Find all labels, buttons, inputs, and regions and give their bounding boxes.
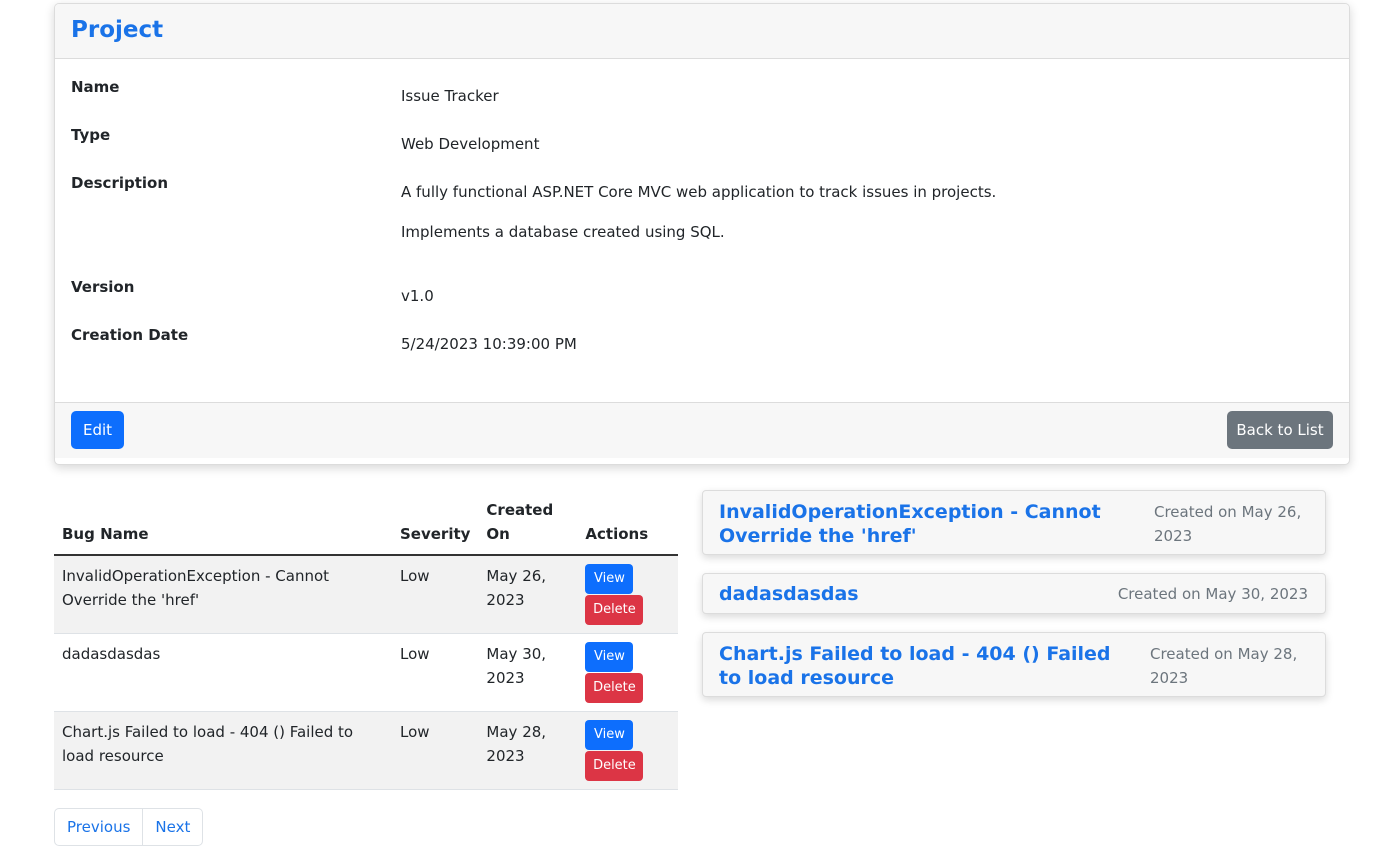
table-row: Chart.js Failed to load - 404 () Failed … — [54, 711, 678, 790]
delete-button[interactable]: Delete — [585, 751, 644, 781]
severity-cell: Low — [392, 555, 479, 634]
created-cell: May 28, 2023 — [478, 711, 578, 790]
field-value: v1.0 — [401, 286, 434, 306]
bug-card-created: Created on May 28, 2023 — [1150, 645, 1298, 687]
bug-name-cell: InvalidOperationException - Cannot Overr… — [54, 555, 392, 634]
table-row: dadasdasdas Low May 30, 2023 View Delete — [54, 633, 678, 712]
field-value-text: Web Development — [401, 135, 540, 153]
card-footer: Edit Back to List — [55, 402, 1349, 458]
field-value-text: v1.0 — [401, 287, 434, 305]
field-label: Creation Date — [71, 326, 189, 344]
view-button[interactable]: View — [585, 564, 634, 594]
field-value-text: Implements a database created using SQL. — [401, 223, 725, 241]
back-to-list-button[interactable]: Back to List — [1227, 411, 1333, 449]
edit-button[interactable]: Edit — [71, 411, 124, 449]
next-page-link[interactable]: Next — [142, 809, 202, 845]
bug-name-cell: dadasdasdas — [54, 633, 392, 712]
bug-card[interactable]: Chart.js Failed to load - 404 () Failed … — [702, 632, 1326, 697]
column-header: Bug Name — [54, 496, 392, 556]
field-value: Issue Tracker — [401, 86, 499, 106]
severity-cell: Low — [392, 633, 479, 712]
card-header: Project — [55, 4, 1349, 59]
view-button[interactable]: View — [585, 642, 634, 672]
field-value-text: A fully functional ASP.NET Core MVC web … — [401, 183, 997, 201]
column-header: Severity — [392, 496, 479, 556]
field-value: Web Development — [401, 134, 539, 154]
bug-card[interactable]: dadasdasdas Created on May 30, 2023 — [702, 573, 1326, 614]
bug-card-created: Created on May 26, 2023 — [1154, 503, 1302, 545]
view-button[interactable]: View — [585, 720, 634, 750]
page-title: Project — [71, 17, 164, 43]
project-card: Project Name Issue Tracker Type Web Deve… — [54, 3, 1350, 465]
field-label: Type — [71, 126, 111, 144]
bugs-table: Bug Name Severity Created On Actions Inv… — [54, 496, 678, 790]
created-cell: May 30, 2023 — [478, 633, 578, 712]
delete-button[interactable]: Delete — [585, 595, 644, 625]
bug-card-title[interactable]: Chart.js Failed to load - 404 () Failed … — [719, 642, 1139, 690]
created-cell: May 26, 2023 — [478, 555, 578, 634]
field-label: Description — [71, 174, 169, 192]
table-row: InvalidOperationException - Cannot Overr… — [54, 555, 678, 634]
field-value: 5/24/2023 10:39:00 PM — [401, 334, 577, 354]
field-value-text: Issue Tracker — [401, 87, 499, 105]
pagination: Previous Next — [54, 808, 204, 846]
field-value-text: 5/24/2023 10:39:00 PM — [401, 335, 577, 353]
actions-cell: View Delete — [577, 555, 678, 634]
previous-page-link[interactable]: Previous — [55, 809, 142, 845]
bug-card-created: Created on May 30, 2023 — [1117, 585, 1308, 603]
delete-button[interactable]: Delete — [585, 673, 644, 703]
field-label: Version — [71, 278, 135, 296]
column-header: Actions — [577, 496, 678, 556]
table-header-row: Bug Name Severity Created On Actions — [54, 496, 678, 556]
bug-card-title[interactable]: InvalidOperationException - Cannot Overr… — [719, 500, 1139, 548]
severity-cell: Low — [392, 711, 479, 790]
bug-name-cell: Chart.js Failed to load - 404 () Failed … — [54, 711, 392, 790]
bug-card[interactable]: InvalidOperationException - Cannot Overr… — [702, 490, 1326, 555]
actions-cell: View Delete — [577, 633, 678, 712]
bug-card-title[interactable]: dadasdasdas — [719, 582, 859, 606]
field-label: Name — [71, 78, 120, 96]
field-value: A fully functional ASP.NET Core MVC web … — [401, 182, 996, 242]
column-header: Created On — [478, 496, 578, 556]
actions-cell: View Delete — [577, 711, 678, 790]
